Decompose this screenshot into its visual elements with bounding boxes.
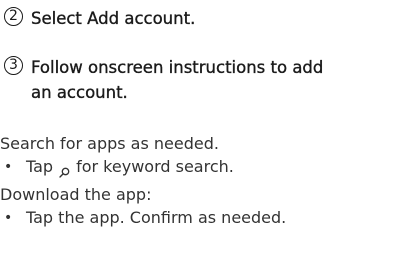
step-text: Select Add account. <box>31 9 196 28</box>
search-icon <box>59 162 70 178</box>
download-intro: Download the app: <box>0 185 152 204</box>
step-number: 2 <box>4 7 23 26</box>
bullet-marker: • <box>4 210 13 226</box>
bullet-text-after: for keyword search. <box>76 157 234 176</box>
bullet-text: Tap the app. Confirm as needed. <box>26 208 287 227</box>
step-text-line: Follow onscreen instructions to add <box>31 58 324 77</box>
bullet-marker: • <box>4 159 13 175</box>
step-text: Follow onscreen instructions to add an a… <box>31 55 324 105</box>
step-text-line: an account. <box>31 83 128 102</box>
search-intro: Search for apps as needed. <box>0 134 219 153</box>
search-bullet: • Tap for keyword search. <box>0 156 234 178</box>
step-2: 2 Select Add account. <box>4 6 196 31</box>
step-3: 3 Follow onscreen instructions to add an… <box>4 55 324 105</box>
step-number: 3 <box>4 56 23 75</box>
download-bullet: • Tap the app. Confirm as needed. <box>0 207 286 229</box>
bullet-text-before: Tap <box>26 157 54 176</box>
